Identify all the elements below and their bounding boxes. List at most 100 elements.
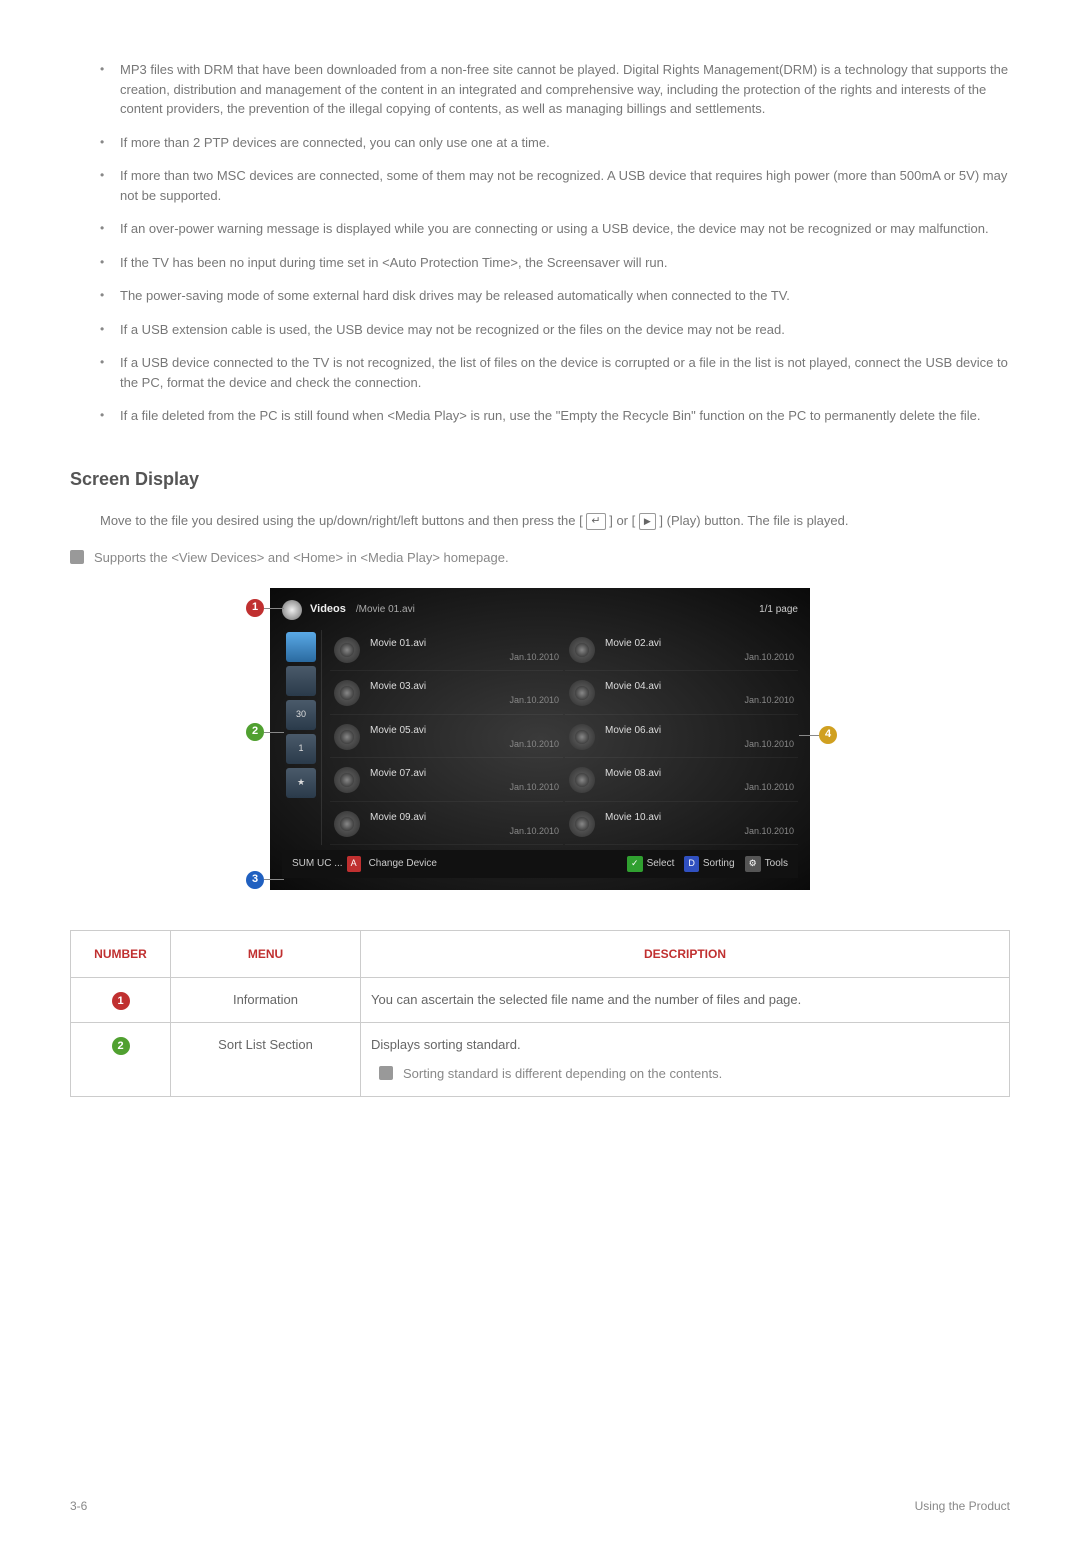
tools-button-icon[interactable]: ⚙	[745, 856, 761, 872]
reel-icon	[569, 767, 595, 793]
reel-icon	[569, 680, 595, 706]
note-bullets: MP3 files with DRM that have been downlo…	[100, 60, 1010, 426]
bullet-item: MP3 files with DRM that have been downlo…	[100, 60, 1010, 119]
header-page: 1/1 page	[759, 602, 798, 617]
support-note: Supports the <View Devices> and <Home> i…	[70, 548, 1010, 568]
bullet-item: If more than two MSC devices are connect…	[100, 166, 1010, 205]
file-date: Jan.10.2010	[370, 694, 559, 708]
device-label: SUM UC ... A Change Device	[292, 856, 437, 872]
file-name: Movie 03.avi	[370, 679, 559, 694]
file-date: Jan.10.2010	[370, 651, 559, 665]
tv-screen: Videos /Movie 01.avi 1/1 page 30 1 ★ Mov	[270, 588, 810, 890]
file-date: Jan.10.2010	[605, 738, 794, 752]
footer-section: Using the Product	[915, 1497, 1010, 1515]
file-item[interactable]: Movie 08.avi Jan.10.2010	[565, 760, 798, 802]
reel-icon	[334, 811, 360, 837]
file-date: Jan.10.2010	[370, 781, 559, 795]
callout-line	[264, 879, 284, 880]
file-date: Jan.10.2010	[370, 825, 559, 839]
instruction-text: Move to the file you desired using the u…	[100, 511, 1010, 531]
file-item[interactable]: Movie 05.avi Jan.10.2010	[330, 717, 563, 759]
play-icon	[639, 513, 656, 530]
change-device-label: Change Device	[369, 856, 437, 871]
th-description: DESCRIPTION	[361, 930, 1010, 977]
row-desc-text: Displays sorting standard.	[371, 1037, 521, 1052]
reel-icon	[569, 637, 595, 663]
file-name: Movie 08.avi	[605, 766, 794, 781]
screenshot-figure: 1 2 3 4 Videos /Movie 01.avi 1/1 page 30…	[70, 588, 1010, 890]
row-number-cell: 2	[71, 1022, 171, 1096]
file-item[interactable]: Movie 01.avi Jan.10.2010	[330, 630, 563, 672]
file-item[interactable]: Movie 02.avi Jan.10.2010	[565, 630, 798, 672]
row-menu-cell: Sort List Section	[171, 1022, 361, 1096]
enter-icon	[586, 513, 605, 530]
sub-note: Sorting standard is different depending …	[379, 1064, 999, 1084]
file-date: Jan.10.2010	[605, 694, 794, 708]
callout-line	[264, 608, 284, 609]
file-name: Movie 06.avi	[605, 723, 794, 738]
file-item[interactable]: Movie 03.avi Jan.10.2010	[330, 673, 563, 715]
badge-2: 2	[112, 1037, 130, 1055]
file-name: Movie 07.avi	[370, 766, 559, 781]
callout-line	[264, 732, 284, 733]
badge-1: 1	[112, 992, 130, 1010]
bullet-item: If more than 2 PTP devices are connected…	[100, 133, 1010, 153]
file-name: Movie 05.avi	[370, 723, 559, 738]
header-path: /Movie 01.avi	[356, 602, 415, 617]
file-item[interactable]: Movie 07.avi Jan.10.2010	[330, 760, 563, 802]
a-button-icon[interactable]: A	[347, 856, 361, 872]
file-list: Movie 01.avi Jan.10.2010 Movie 02.avi Ja…	[322, 630, 798, 846]
bullet-item: If a USB extension cable is used, the US…	[100, 320, 1010, 340]
row-desc-cell: Displays sorting standard. Sorting stand…	[361, 1022, 1010, 1096]
callout-1: 1	[246, 599, 264, 617]
th-menu: MENU	[171, 930, 361, 977]
sort-list-section: 30 1 ★	[282, 630, 322, 846]
file-name: Movie 04.avi	[605, 679, 794, 694]
bullet-item: If the TV has been no input during time …	[100, 253, 1010, 273]
callout-3: 3	[246, 871, 264, 889]
tools-label: Tools	[765, 858, 788, 869]
instruction-end: ] (Play) button. The file is played.	[659, 513, 848, 528]
sort-folder-icon[interactable]	[286, 632, 316, 662]
device-text: SUM UC ...	[292, 856, 343, 871]
sort-item[interactable]	[286, 666, 316, 696]
table-row: 1 Information You can ascertain the sele…	[71, 977, 1010, 1022]
file-item[interactable]: Movie 04.avi Jan.10.2010	[565, 673, 798, 715]
file-date: Jan.10.2010	[605, 651, 794, 665]
sub-note-text: Sorting standard is different depending …	[403, 1064, 722, 1084]
support-note-text: Supports the <View Devices> and <Home> i…	[94, 548, 509, 568]
sort-item[interactable]: 30	[286, 700, 316, 730]
description-table: NUMBER MENU DESCRIPTION 1 Information Yo…	[70, 930, 1010, 1097]
file-name: Movie 09.avi	[370, 810, 559, 825]
bullet-item: The power-saving mode of some external h…	[100, 286, 1010, 306]
select-button-icon[interactable]: ✓	[627, 856, 643, 872]
reel-icon	[569, 724, 595, 750]
page-footer: 3-6 Using the Product	[70, 1497, 1010, 1515]
reel-icon	[334, 724, 360, 750]
file-name: Movie 10.avi	[605, 810, 794, 825]
sort-item-star[interactable]: ★	[286, 768, 316, 798]
file-item[interactable]: Movie 09.avi Jan.10.2010	[330, 804, 563, 846]
callout-4: 4	[819, 726, 837, 744]
reel-icon	[334, 637, 360, 663]
row-number-cell: 1	[71, 977, 171, 1022]
row-desc-cell: You can ascertain the selected file name…	[361, 977, 1010, 1022]
th-number: NUMBER	[71, 930, 171, 977]
header-label: Videos	[310, 601, 346, 618]
file-name: Movie 02.avi	[605, 636, 794, 651]
sort-item[interactable]: 1	[286, 734, 316, 764]
file-item[interactable]: Movie 10.avi Jan.10.2010	[565, 804, 798, 846]
file-date: Jan.10.2010	[370, 738, 559, 752]
bullet-item: If a file deleted from the PC is still f…	[100, 406, 1010, 426]
page-number: 3-6	[70, 1497, 87, 1515]
screen-header: Videos /Movie 01.avi 1/1 page	[282, 600, 798, 630]
sorting-label: Sorting	[703, 858, 735, 869]
instruction-part1: Move to the file you desired using the u…	[100, 513, 583, 528]
d-button-icon[interactable]: D	[684, 856, 699, 872]
file-item[interactable]: Movie 06.avi Jan.10.2010	[565, 717, 798, 759]
videos-icon	[282, 600, 302, 620]
note-icon	[379, 1066, 393, 1080]
row-menu-cell: Information	[171, 977, 361, 1022]
reel-icon	[334, 767, 360, 793]
table-row: 2 Sort List Section Displays sorting sta…	[71, 1022, 1010, 1096]
